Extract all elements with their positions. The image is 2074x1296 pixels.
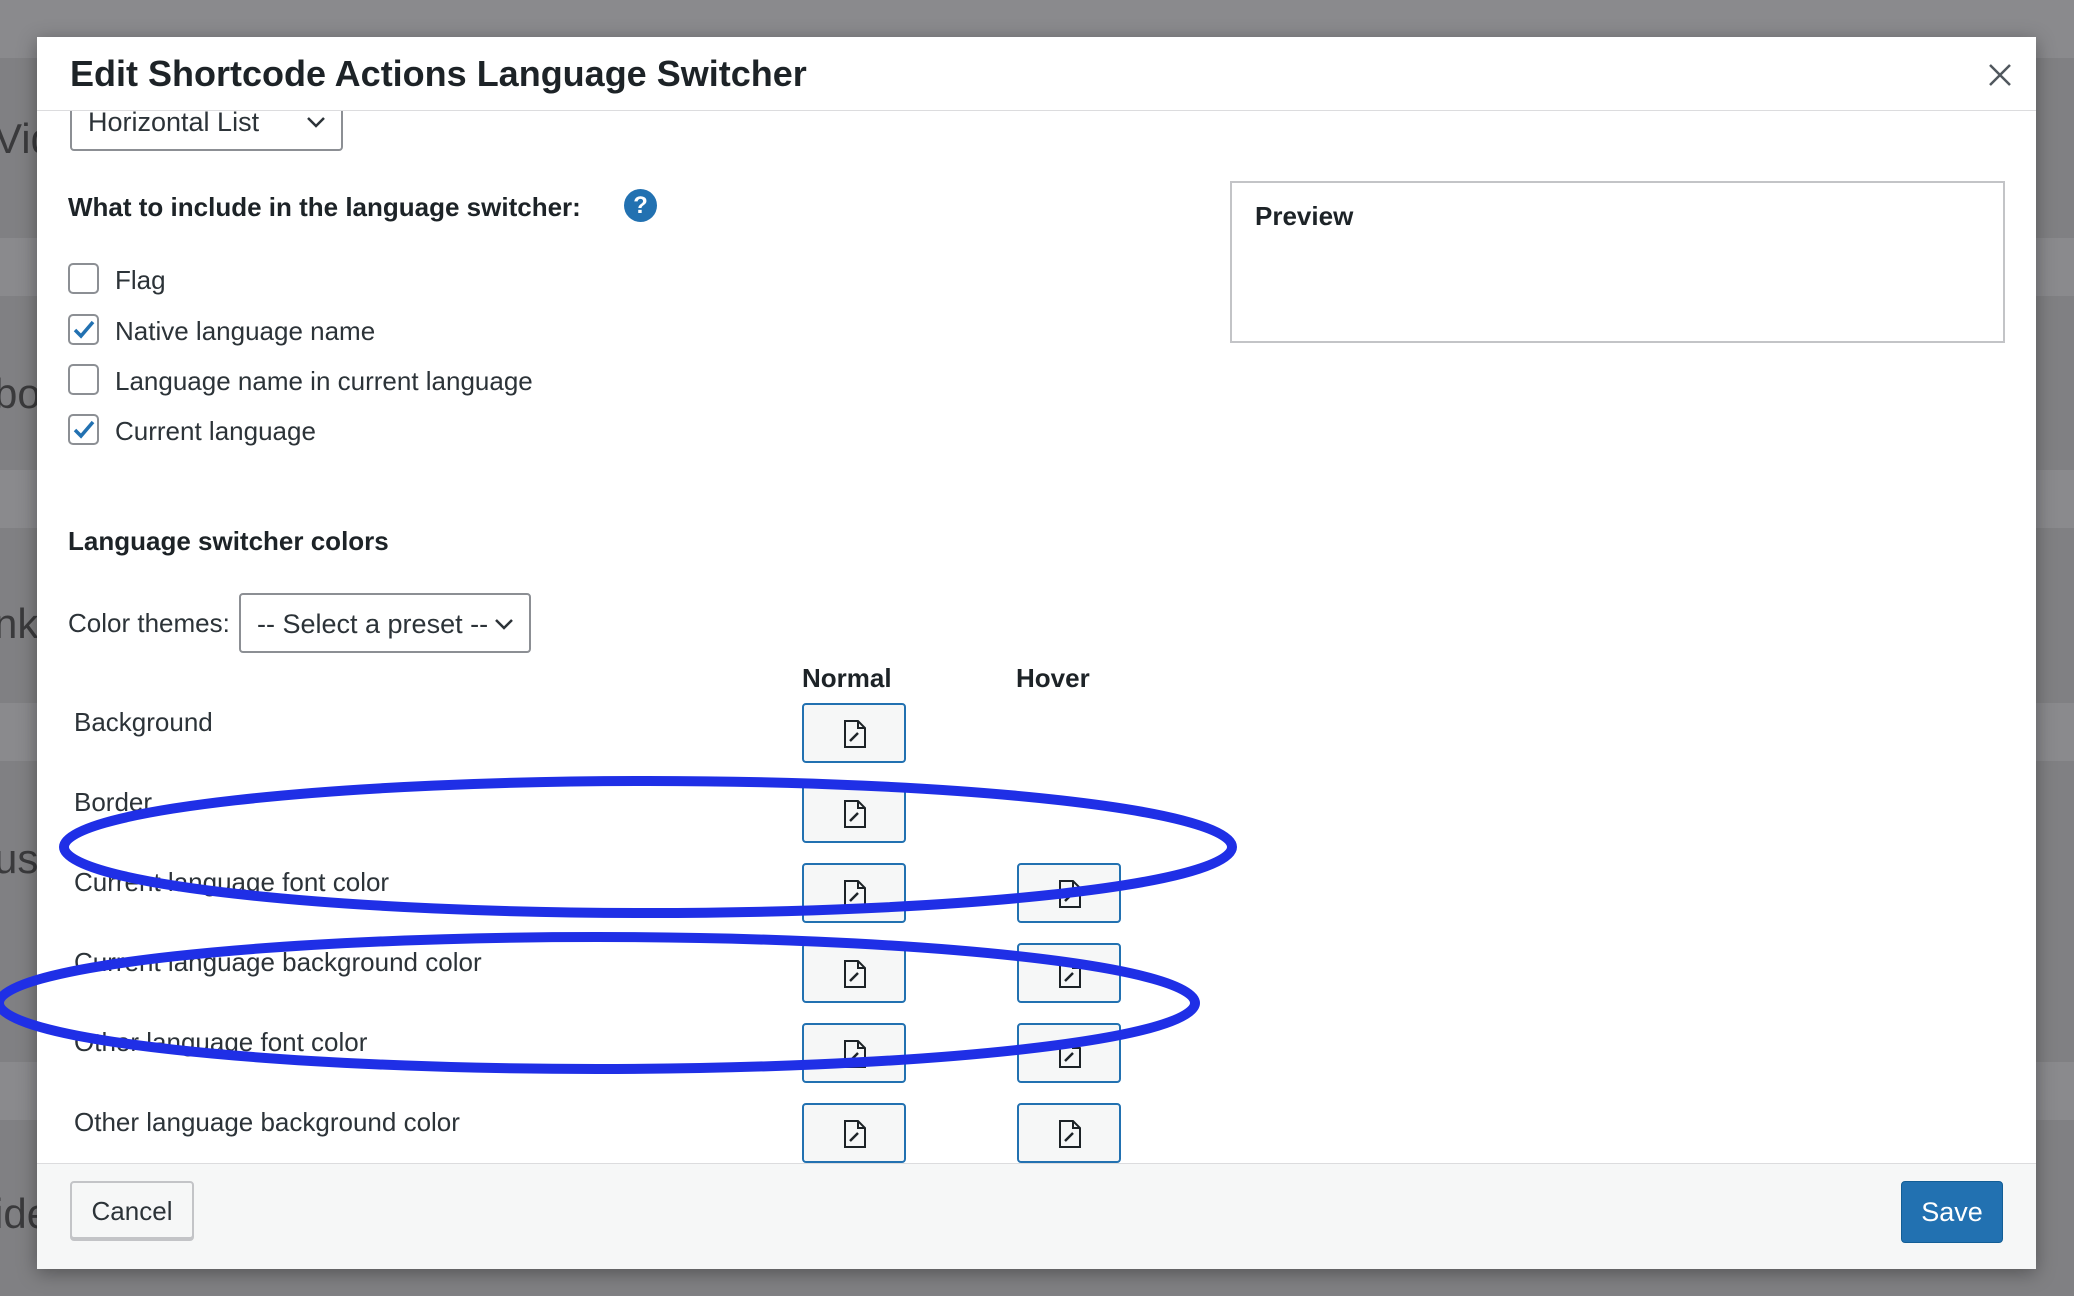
edit-document-icon xyxy=(1059,960,1081,988)
modal-header: Edit Shortcode Actions Language Switcher xyxy=(37,37,2036,111)
save-button[interactable]: Save xyxy=(1901,1181,2003,1243)
close-icon xyxy=(1989,64,2011,86)
current-font-normal-color-button[interactable] xyxy=(802,863,906,923)
border-normal-color-button[interactable] xyxy=(802,783,906,843)
edit-document-icon xyxy=(844,1040,866,1068)
include-heading: What to include in the language switcher… xyxy=(68,192,581,222)
edit-document-icon xyxy=(844,800,866,828)
help-icon[interactable]: ? xyxy=(624,189,657,222)
color-row-label: Current language background color xyxy=(74,947,482,977)
checkbox[interactable] xyxy=(68,364,99,395)
current-font-hover-color-button[interactable] xyxy=(1017,863,1121,923)
background-normal-color-button[interactable] xyxy=(802,703,906,763)
cancel-button[interactable]: Cancel xyxy=(70,1181,194,1239)
check-icon xyxy=(73,320,95,339)
checkbox-label: Native language name xyxy=(115,316,376,346)
bg-text-fragment: nk xyxy=(0,600,39,647)
color-row-label: Other language background color xyxy=(74,1107,460,1137)
edit-document-icon xyxy=(1059,880,1081,908)
edit-document-icon xyxy=(844,720,866,748)
edit-document-icon xyxy=(1059,1040,1081,1068)
layout-select[interactable]: Horizontal List xyxy=(70,111,343,151)
modal-title: Edit Shortcode Actions Language Switcher xyxy=(70,53,807,94)
color-theme-select-value: -- Select a preset -- xyxy=(257,609,489,639)
preview-title: Preview xyxy=(1255,201,1354,231)
other-background-hover-color-button[interactable] xyxy=(1017,1103,1121,1163)
chevron-down-icon xyxy=(307,117,325,128)
checkbox[interactable] xyxy=(68,414,99,445)
color-row-label: Border xyxy=(74,787,153,817)
checkbox[interactable] xyxy=(68,263,99,294)
bg-text-fragment: us xyxy=(0,835,39,882)
color-row-label: Background xyxy=(74,707,213,737)
checkbox-label: Language name in current language xyxy=(115,366,533,396)
layout-select-value: Horizontal List xyxy=(88,111,260,137)
edit-shortcode-modal: Edit Shortcode Actions Language Switcher… xyxy=(37,37,2036,1269)
current-background-hover-color-button[interactable] xyxy=(1017,943,1121,1003)
save-button-label: Save xyxy=(1921,1197,1983,1227)
checkbox-label: Flag xyxy=(115,265,166,295)
column-normal: Normal xyxy=(802,663,892,693)
color-theme-select[interactable]: -- Select a preset -- xyxy=(239,593,531,653)
other-font-normal-color-button[interactable] xyxy=(802,1023,906,1083)
preview-box: Preview xyxy=(1230,181,2005,343)
edit-document-icon xyxy=(844,1120,866,1148)
cancel-button-label: Cancel xyxy=(91,1196,173,1226)
checkbox-label: Current language xyxy=(115,416,316,446)
edit-document-icon xyxy=(844,960,866,988)
check-icon xyxy=(73,420,95,439)
other-background-normal-color-button[interactable] xyxy=(802,1103,906,1163)
checkbox[interactable] xyxy=(68,314,99,345)
modal-body: Horizontal List What to include in the l… xyxy=(37,111,2036,1164)
color-row-label: Other language font color xyxy=(74,1027,368,1057)
colors-heading: Language switcher colors xyxy=(68,526,389,556)
color-themes-label: Color themes: xyxy=(68,608,230,638)
edit-document-icon xyxy=(844,880,866,908)
modal-footer: Cancel Save xyxy=(37,1163,2036,1269)
close-button[interactable] xyxy=(1982,57,2018,93)
chevron-down-icon xyxy=(495,619,513,630)
color-row-label: Current language font color xyxy=(74,867,390,897)
other-font-hover-color-button[interactable] xyxy=(1017,1023,1121,1083)
current-background-normal-color-button[interactable] xyxy=(802,943,906,1003)
bg-text-fragment: bo xyxy=(0,370,41,417)
column-hover: Hover xyxy=(1016,663,1090,693)
edit-document-icon xyxy=(1059,1120,1081,1148)
